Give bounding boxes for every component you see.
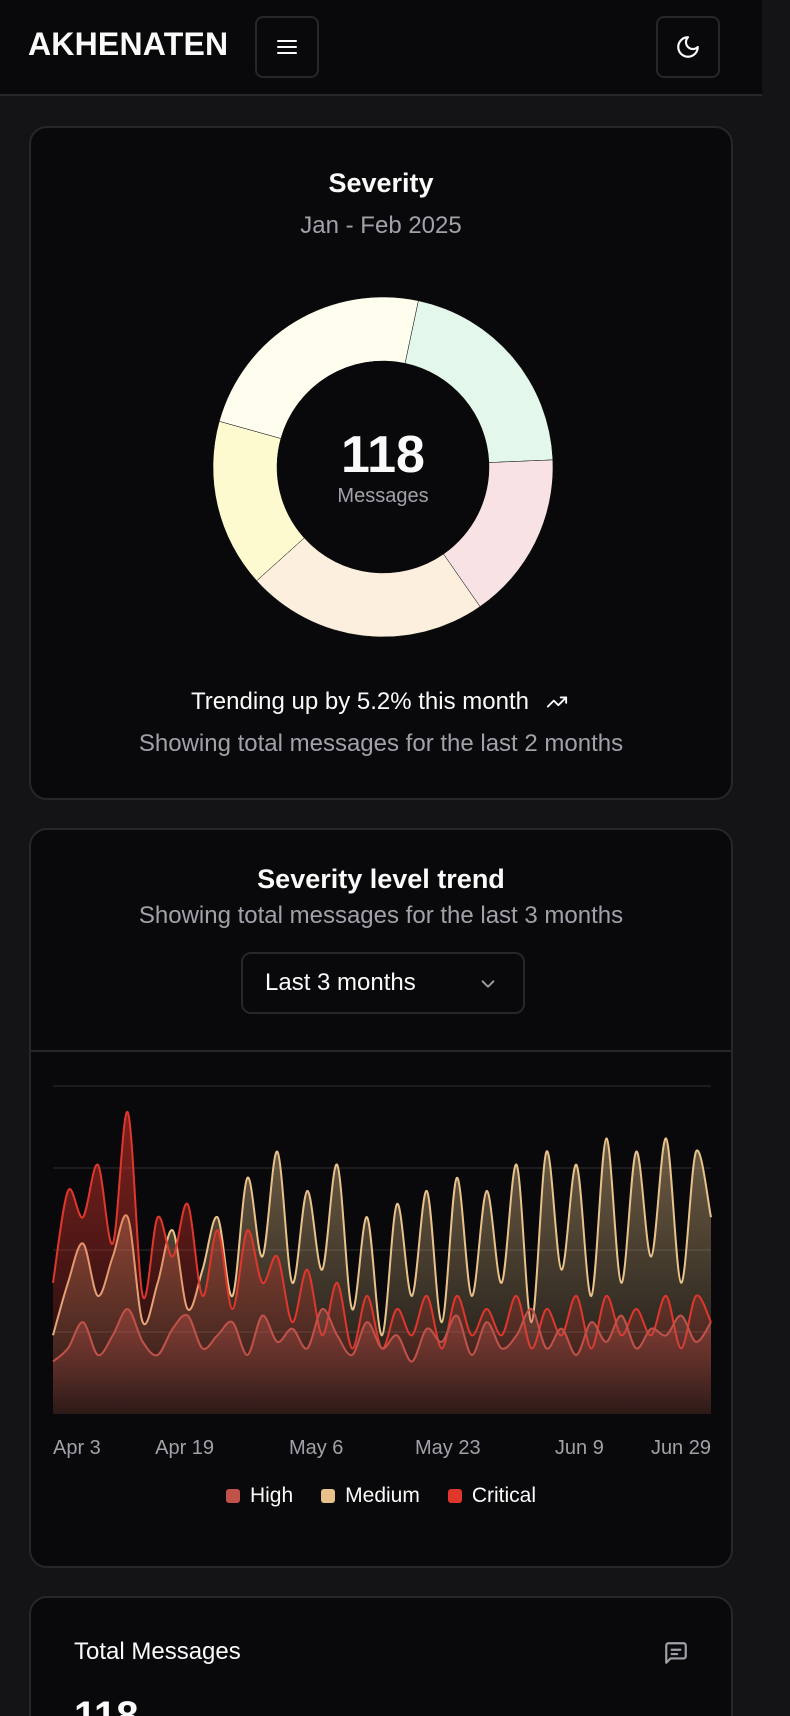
- legend-item-medium[interactable]: Medium: [321, 1484, 420, 1508]
- trend-text: Trending up by 5.2% this month: [191, 688, 529, 715]
- legend-label-high: High: [249, 1484, 294, 1507]
- total-messages-card: Total Messages 118: [29, 1596, 733, 1716]
- legend-swatch-medium: [321, 1489, 336, 1503]
- severity-trend-card: Severity level trend Showing total messa…: [29, 828, 733, 1568]
- severity-donut-chart: 118 Messages: [212, 296, 554, 638]
- x-tick-label: May 6: [289, 1437, 343, 1459]
- severity-card: Severity Jan - Feb 2025 118 Messages Tre…: [29, 126, 733, 800]
- legend-item-high[interactable]: High: [225, 1484, 294, 1508]
- severity-title: Severity: [328, 168, 434, 198]
- scrollbar-track[interactable]: [762, 0, 790, 1716]
- legend-label-medium: Medium: [345, 1484, 420, 1507]
- donut-total-value: 118: [341, 425, 425, 484]
- severity-area-chart: Apr 3 Apr 19 May 6 May 23 Jun 9 Jun 29: [52, 1085, 712, 1459]
- trending-up-icon: [546, 696, 568, 708]
- trend-title: Severity level trend: [257, 864, 505, 894]
- legend-swatch-high: [225, 1489, 240, 1503]
- chevron-down-icon: [481, 980, 495, 988]
- x-tick-label: Apr 3: [53, 1437, 101, 1459]
- theme-toggle-button[interactable]: [656, 16, 720, 78]
- message-square-icon: [665, 1642, 687, 1664]
- chart-legend: High Medium Critical: [31, 1484, 731, 1508]
- top-header: AKHENATEN: [0, 0, 762, 96]
- brand-logo[interactable]: AKHENATEN: [28, 26, 228, 63]
- legend-item-critical[interactable]: Critical: [447, 1484, 537, 1508]
- x-tick-label: Jun 29: [651, 1437, 711, 1459]
- severity-footer: Showing total messages for the last 2 mo…: [138, 730, 624, 757]
- moon-icon: [677, 36, 699, 58]
- donut-total-label: Messages: [337, 484, 429, 507]
- time-range-value: Last 3 months: [265, 969, 416, 996]
- trend-line: Trending up by 5.2% this month: [31, 688, 731, 716]
- x-tick-label: Apr 19: [155, 1437, 214, 1459]
- x-tick-label: May 23: [415, 1437, 481, 1459]
- menu-button[interactable]: [255, 16, 319, 78]
- donut-center: 118 Messages: [212, 296, 554, 638]
- severity-subtitle: Jan - Feb 2025: [300, 212, 462, 239]
- time-range-select[interactable]: Last 3 months: [241, 952, 525, 1014]
- total-messages-title: Total Messages: [74, 1638, 241, 1665]
- x-tick-label: Jun 9: [555, 1437, 604, 1459]
- trend-subtitle: Showing total messages for the last 3 mo…: [138, 902, 624, 929]
- hamburger-menu-icon: [277, 40, 297, 54]
- legend-swatch-critical: [447, 1489, 462, 1503]
- legend-label-critical: Critical: [471, 1484, 537, 1507]
- total-messages-value: 118: [74, 1694, 139, 1716]
